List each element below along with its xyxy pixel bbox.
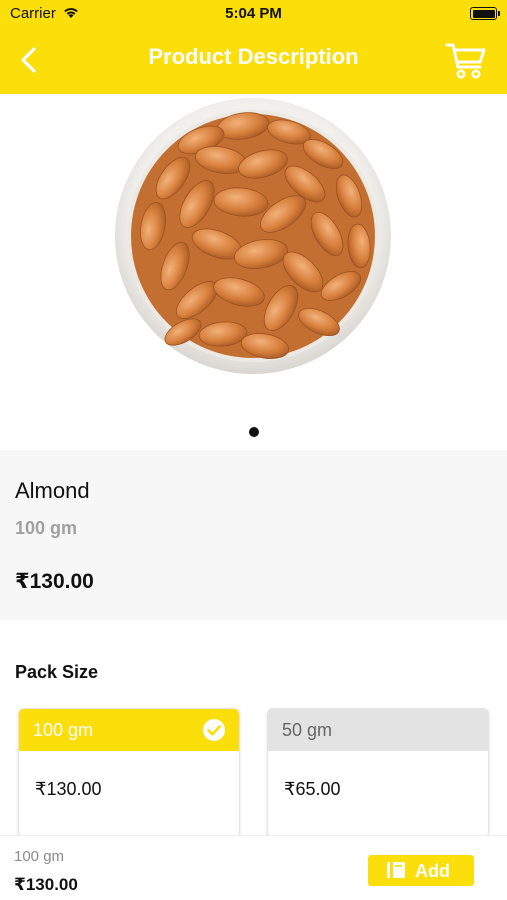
battery-icon bbox=[470, 7, 500, 20]
pack-size-heading: Pack Size bbox=[15, 662, 99, 682]
pack-option-size: 100 gm bbox=[33, 720, 94, 740]
pack-option-100gm[interactable]: 100 gm ₹130.00 bbox=[18, 708, 240, 838]
product-info-panel: Almond 100 gm ₹130.00 bbox=[0, 450, 507, 620]
bag-icon bbox=[387, 862, 405, 878]
cart-icon[interactable] bbox=[445, 40, 487, 82]
product-price: ₹130.00 bbox=[15, 570, 94, 593]
product-name: Almond bbox=[15, 478, 90, 503]
pack-option-price: ₹130.00 bbox=[35, 779, 102, 799]
pack-option-size: 50 gm bbox=[282, 720, 333, 740]
add-button-label: Add bbox=[415, 861, 450, 881]
bottom-cart-bar: 100 gm ₹130.00 Add bbox=[0, 835, 507, 900]
pack-option-header: 100 gm bbox=[19, 709, 239, 751]
check-circle-icon bbox=[203, 719, 225, 741]
page-title: Product Description bbox=[148, 44, 359, 69]
selected-price: ₹130.00 bbox=[14, 875, 78, 894]
product-quantity: 100 gm bbox=[15, 518, 78, 538]
pack-option-50gm[interactable]: 50 gm ₹65.00 bbox=[267, 708, 489, 838]
pack-option-header: 50 gm bbox=[268, 709, 488, 751]
pack-option-price: ₹65.00 bbox=[284, 779, 341, 799]
almond-bowl-image bbox=[115, 98, 391, 374]
selected-quantity: 100 gm bbox=[14, 848, 65, 865]
product-image-carousel[interactable] bbox=[0, 94, 507, 450]
header-bar: Carrier 5:04 PM Product Description bbox=[0, 0, 507, 94]
add-to-cart-button[interactable]: Add bbox=[368, 855, 474, 886]
carousel-page-indicator[interactable] bbox=[249, 427, 259, 437]
status-bar: Carrier 5:04 PM bbox=[0, 0, 507, 28]
clock-time: 5:04 PM bbox=[225, 5, 282, 22]
